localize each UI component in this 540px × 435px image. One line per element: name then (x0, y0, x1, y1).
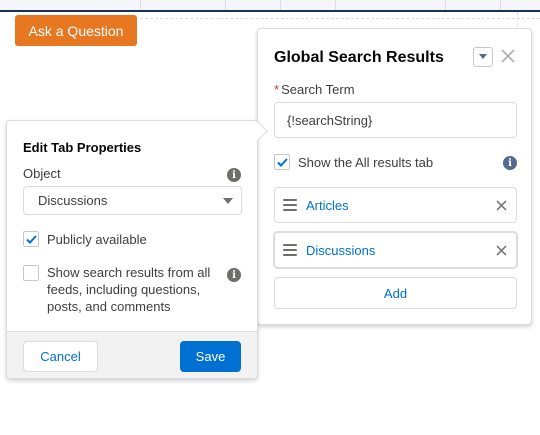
show-feeds-label: Show search results from all feeds, incl… (47, 265, 211, 314)
chevron-down-icon[interactable] (473, 47, 493, 67)
popover-footer: Cancel Save (7, 331, 257, 378)
top-bar-divider (280, 0, 281, 10)
search-term-label-text: Search Term (281, 82, 355, 97)
show-feeds-checkbox[interactable] (23, 265, 39, 281)
show-feeds-row: Show search results from all feeds, incl… (23, 264, 218, 315)
save-button[interactable]: Save (180, 341, 241, 372)
panel-title: Global Search Results (274, 49, 444, 66)
remove-tab-icon[interactable] (494, 198, 508, 212)
publicly-available-row: Publicly available (23, 231, 147, 247)
drag-handle-icon[interactable] (283, 244, 297, 256)
tab-item-label[interactable]: Discussions (306, 243, 375, 258)
top-bar-divider (335, 0, 336, 10)
top-bar-divider (445, 0, 446, 10)
chevron-down-icon (223, 198, 233, 204)
search-term-label: * Search Term (274, 82, 355, 97)
publicly-available-label: Publicly available (47, 231, 147, 247)
add-tab-button[interactable]: Add (274, 277, 517, 309)
edit-tab-properties-popover: Edit Tab Properties Object i Discussions… (6, 120, 258, 379)
search-term-value: {!searchString} (287, 112, 373, 128)
object-label: Object (23, 166, 61, 181)
info-icon[interactable]: i (227, 168, 241, 182)
ask-question-button[interactable]: Ask a Question (15, 15, 137, 46)
object-select-value: Discussions (38, 193, 108, 208)
global-search-results-panel: Global Search Results * Search Term {!sea… (257, 28, 532, 325)
show-all-tab-row: Show the All results tab (274, 154, 433, 170)
show-all-tab-label: Show the All results tab (298, 154, 434, 170)
info-icon[interactable]: i (227, 268, 241, 282)
top-bar-divider (500, 0, 501, 10)
popover-title: Edit Tab Properties (23, 140, 142, 155)
drag-handle-icon[interactable] (283, 199, 297, 211)
info-icon[interactable]: i (503, 156, 517, 170)
search-term-input[interactable]: {!searchString} (274, 102, 517, 138)
show-all-tab-checkbox[interactable] (274, 154, 290, 170)
required-indicator: * (274, 82, 280, 97)
publicly-available-checkbox[interactable] (23, 231, 39, 247)
tab-item-discussions[interactable]: Discussions (274, 232, 517, 268)
cancel-button[interactable]: Cancel (23, 341, 98, 372)
top-bar-divider (225, 0, 226, 10)
tab-item-label[interactable]: Articles (306, 198, 349, 213)
remove-tab-icon[interactable] (494, 243, 508, 257)
top-bar (0, 0, 540, 12)
tab-item-articles[interactable]: Articles (274, 187, 517, 223)
top-bar-divider (140, 0, 141, 10)
layout-guide (140, 18, 540, 19)
object-select[interactable]: Discussions (23, 186, 242, 215)
close-icon[interactable] (499, 45, 517, 67)
